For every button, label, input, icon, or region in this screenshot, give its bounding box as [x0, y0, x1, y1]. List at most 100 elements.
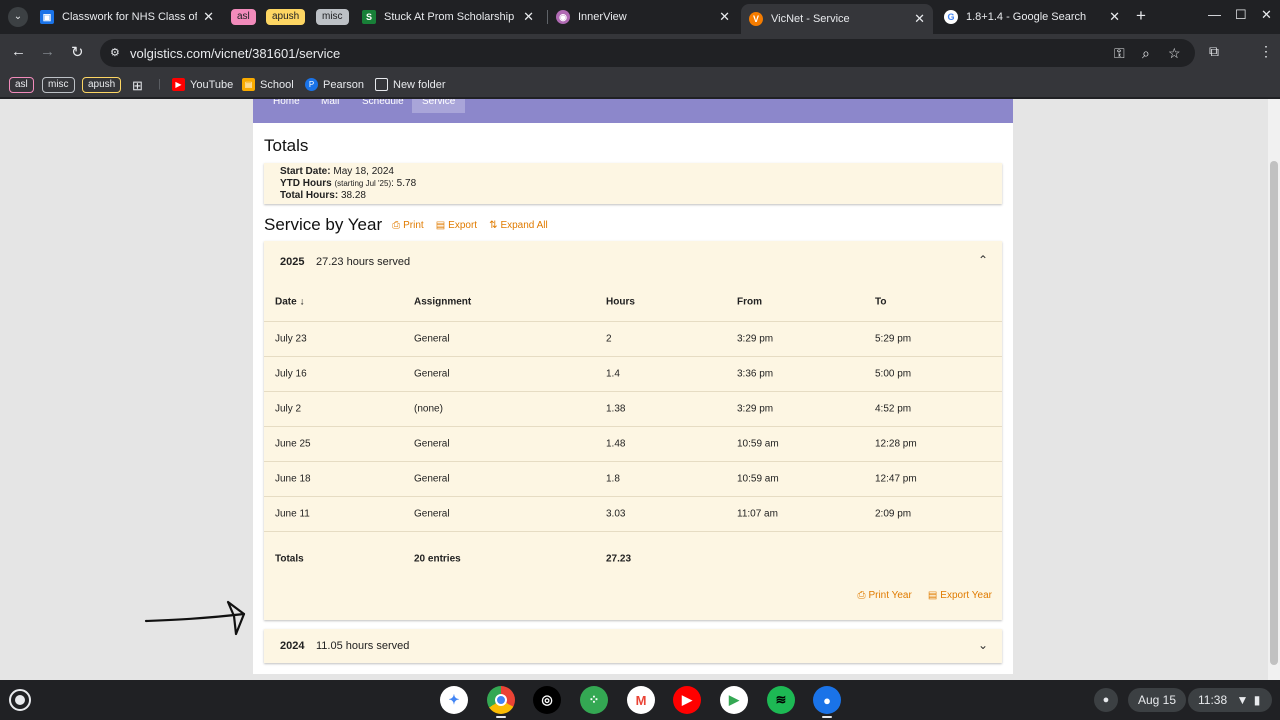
- podcast-icon[interactable]: ◎: [533, 686, 561, 714]
- column-to[interactable]: To: [875, 297, 886, 308]
- tab-vicnet-service[interactable]: V VicNet - Service ✕: [741, 4, 933, 34]
- zoom-icon[interactable]: ⌕: [1142, 45, 1150, 62]
- vicnet-page: Home Mail Schedule Service Totals Start …: [253, 99, 1013, 674]
- classroom-icon: ▣: [40, 10, 54, 24]
- play-store-icon[interactable]: ▶: [720, 686, 748, 714]
- bookmark-group-misc[interactable]: misc: [42, 77, 75, 93]
- column-from[interactable]: From: [737, 297, 762, 308]
- gmail-icon[interactable]: M: [627, 686, 655, 714]
- close-icon[interactable]: ✕: [203, 9, 214, 25]
- folder-icon: [375, 78, 388, 91]
- nav-service[interactable]: Service: [412, 99, 466, 113]
- nav-mail[interactable]: Mail: [321, 99, 339, 113]
- close-icon[interactable]: ✕: [719, 9, 730, 25]
- bookmark-group-asl[interactable]: asl: [9, 77, 34, 93]
- print-year-button[interactable]: ⎙ Print Year: [857, 590, 911, 601]
- year-label: 2025: [280, 256, 305, 268]
- table-row[interactable]: July 2 (none) 1.38 3:29 pm 4:52 pm: [264, 391, 1002, 426]
- menu-dots-icon[interactable]: ⋮: [1259, 43, 1273, 60]
- gemini-icon[interactable]: ✦: [440, 686, 468, 714]
- tab-google-search[interactable]: G 1.8+1.4 - Google Search ✕: [936, 4, 1128, 30]
- tab-innerview[interactable]: ◉ InnerView ✕: [548, 4, 738, 30]
- bookmark-group-apush[interactable]: apush: [82, 77, 122, 93]
- chrome-icon[interactable]: [487, 686, 515, 714]
- cell-hours: 1.4: [606, 368, 620, 380]
- table-row[interactable]: July 23 General 2 3:29 pm 5:29 pm: [264, 321, 1002, 356]
- clock: 11:38: [1198, 693, 1228, 707]
- cell-from: 3:36 pm: [737, 368, 774, 380]
- tab-search-button[interactable]: ⌄: [8, 7, 28, 27]
- password-key-icon[interactable]: ⚿: [1114, 45, 1125, 62]
- bookmark-youtube[interactable]: ▶ YouTube: [172, 78, 233, 91]
- site-settings-icon[interactable]: ⚙: [110, 46, 120, 59]
- wifi-icon: ▼: [1236, 693, 1249, 707]
- column-hours[interactable]: Hours: [606, 297, 635, 308]
- apps-grid-icon[interactable]: ⊞: [132, 78, 143, 94]
- tab-stuck-at-prom[interactable]: S Stuck At Prom Scholarship Co ✕: [354, 4, 542, 30]
- maximize-icon[interactable]: ☐: [1235, 7, 1247, 23]
- print-button[interactable]: ⎙ Print: [392, 220, 424, 231]
- date-pill[interactable]: Aug 15: [1128, 688, 1187, 712]
- youtube-icon[interactable]: ▶: [673, 686, 701, 714]
- bookmark-new-folder[interactable]: New folder: [375, 78, 446, 91]
- forward-arrow-icon[interactable]: →: [40, 43, 55, 60]
- table-row[interactable]: July 16 General 1.4 3:36 pm 5:00 pm: [264, 356, 1002, 391]
- extensions-icon[interactable]: ⧉: [1209, 43, 1219, 60]
- nav-schedule[interactable]: Schedule: [362, 99, 404, 113]
- cell-date: July 2: [275, 403, 302, 415]
- column-date[interactable]: Date ↓: [275, 297, 304, 308]
- tab-group-misc[interactable]: misc: [316, 9, 349, 25]
- table-row[interactable]: June 25 General 1.48 10:59 am 12:28 pm: [264, 426, 1002, 461]
- browser-toolbar: ← → ↻ ⚙ volgistics.com/vicnet/381601/ser…: [0, 34, 1280, 72]
- cell-assignment: (none): [414, 403, 443, 415]
- battery-icon: ▮: [1253, 693, 1261, 707]
- new-tab-button[interactable]: +: [1136, 6, 1146, 26]
- year-panel-header[interactable]: 2024 11.05 hours served ⌄: [264, 629, 1002, 663]
- page-viewport: Home Mail Schedule Service Totals Start …: [0, 99, 1280, 680]
- site-navbar: Home Mail Schedule Service: [253, 99, 1013, 123]
- export-button[interactable]: ▤ Export: [436, 220, 477, 231]
- bookmark-star-icon[interactable]: ☆: [1168, 45, 1181, 62]
- status-area[interactable]: 11:38 ▼ ▮: [1188, 688, 1272, 712]
- page-scrollbar[interactable]: [1268, 99, 1280, 680]
- cell-from: 3:29 pm: [737, 403, 774, 415]
- export-year-button[interactable]: ▤ Export Year: [928, 590, 992, 601]
- tab-classwork[interactable]: ▣ Classwork for NHS Class of 20 ✕: [32, 4, 222, 30]
- workspace-icon[interactable]: ⁘: [580, 686, 608, 714]
- chevron-down-icon[interactable]: ⌄: [978, 638, 988, 652]
- reload-icon[interactable]: ↻: [71, 43, 84, 61]
- bookmark-school[interactable]: ▤ School: [242, 78, 294, 91]
- close-icon[interactable]: ✕: [914, 11, 925, 27]
- nav-home[interactable]: Home: [273, 99, 300, 113]
- pearson-icon: P: [305, 78, 318, 91]
- messages-icon[interactable]: ●: [813, 686, 841, 714]
- cell-from: 11:07 am: [737, 508, 778, 520]
- service-table: Date ↓ Assignment Hours From To July 23 …: [264, 283, 1002, 586]
- chevron-up-icon[interactable]: ⌃: [978, 253, 988, 267]
- cell-hours: 1.38: [606, 403, 626, 415]
- close-window-icon[interactable]: ✕: [1261, 7, 1272, 23]
- bookmark-pearson[interactable]: P Pearson: [305, 78, 364, 91]
- spotify-icon[interactable]: ≋: [767, 686, 795, 714]
- table-row[interactable]: June 11 General 3.03 11:07 am 2:09 pm: [264, 496, 1002, 531]
- minimize-icon[interactable]: —: [1208, 7, 1221, 22]
- innerview-icon: ◉: [556, 10, 570, 24]
- scrollbar-thumb[interactable]: [1270, 161, 1278, 665]
- tab-group-apush[interactable]: apush: [266, 9, 306, 25]
- cell-date: June 18: [275, 473, 311, 485]
- launcher-icon[interactable]: [9, 689, 31, 711]
- column-assignment[interactable]: Assignment: [414, 297, 471, 308]
- year-panel-2024[interactable]: 2024 11.05 hours served ⌄: [264, 629, 1002, 663]
- expand-all-button[interactable]: ⇅ Expand All: [489, 220, 548, 231]
- holding-space-icon[interactable]: ●: [1094, 688, 1118, 712]
- url-text[interactable]: volgistics.com/vicnet/381601/service: [130, 46, 340, 61]
- cell-to: 5:00 pm: [875, 368, 912, 380]
- year-panel-header[interactable]: 2025 27.23 hours served ⌃: [264, 241, 1002, 283]
- close-icon[interactable]: ✕: [523, 9, 534, 25]
- back-arrow-icon[interactable]: ←: [11, 43, 26, 60]
- sort-icon: ⇅: [489, 219, 498, 231]
- address-bar[interactable]: ⚙ volgistics.com/vicnet/381601/service ⚿…: [100, 39, 1195, 67]
- table-row[interactable]: June 18 General 1.8 10:59 am 12:47 pm: [264, 461, 1002, 496]
- tab-group-asl[interactable]: asl: [231, 9, 256, 25]
- close-icon[interactable]: ✕: [1109, 9, 1120, 25]
